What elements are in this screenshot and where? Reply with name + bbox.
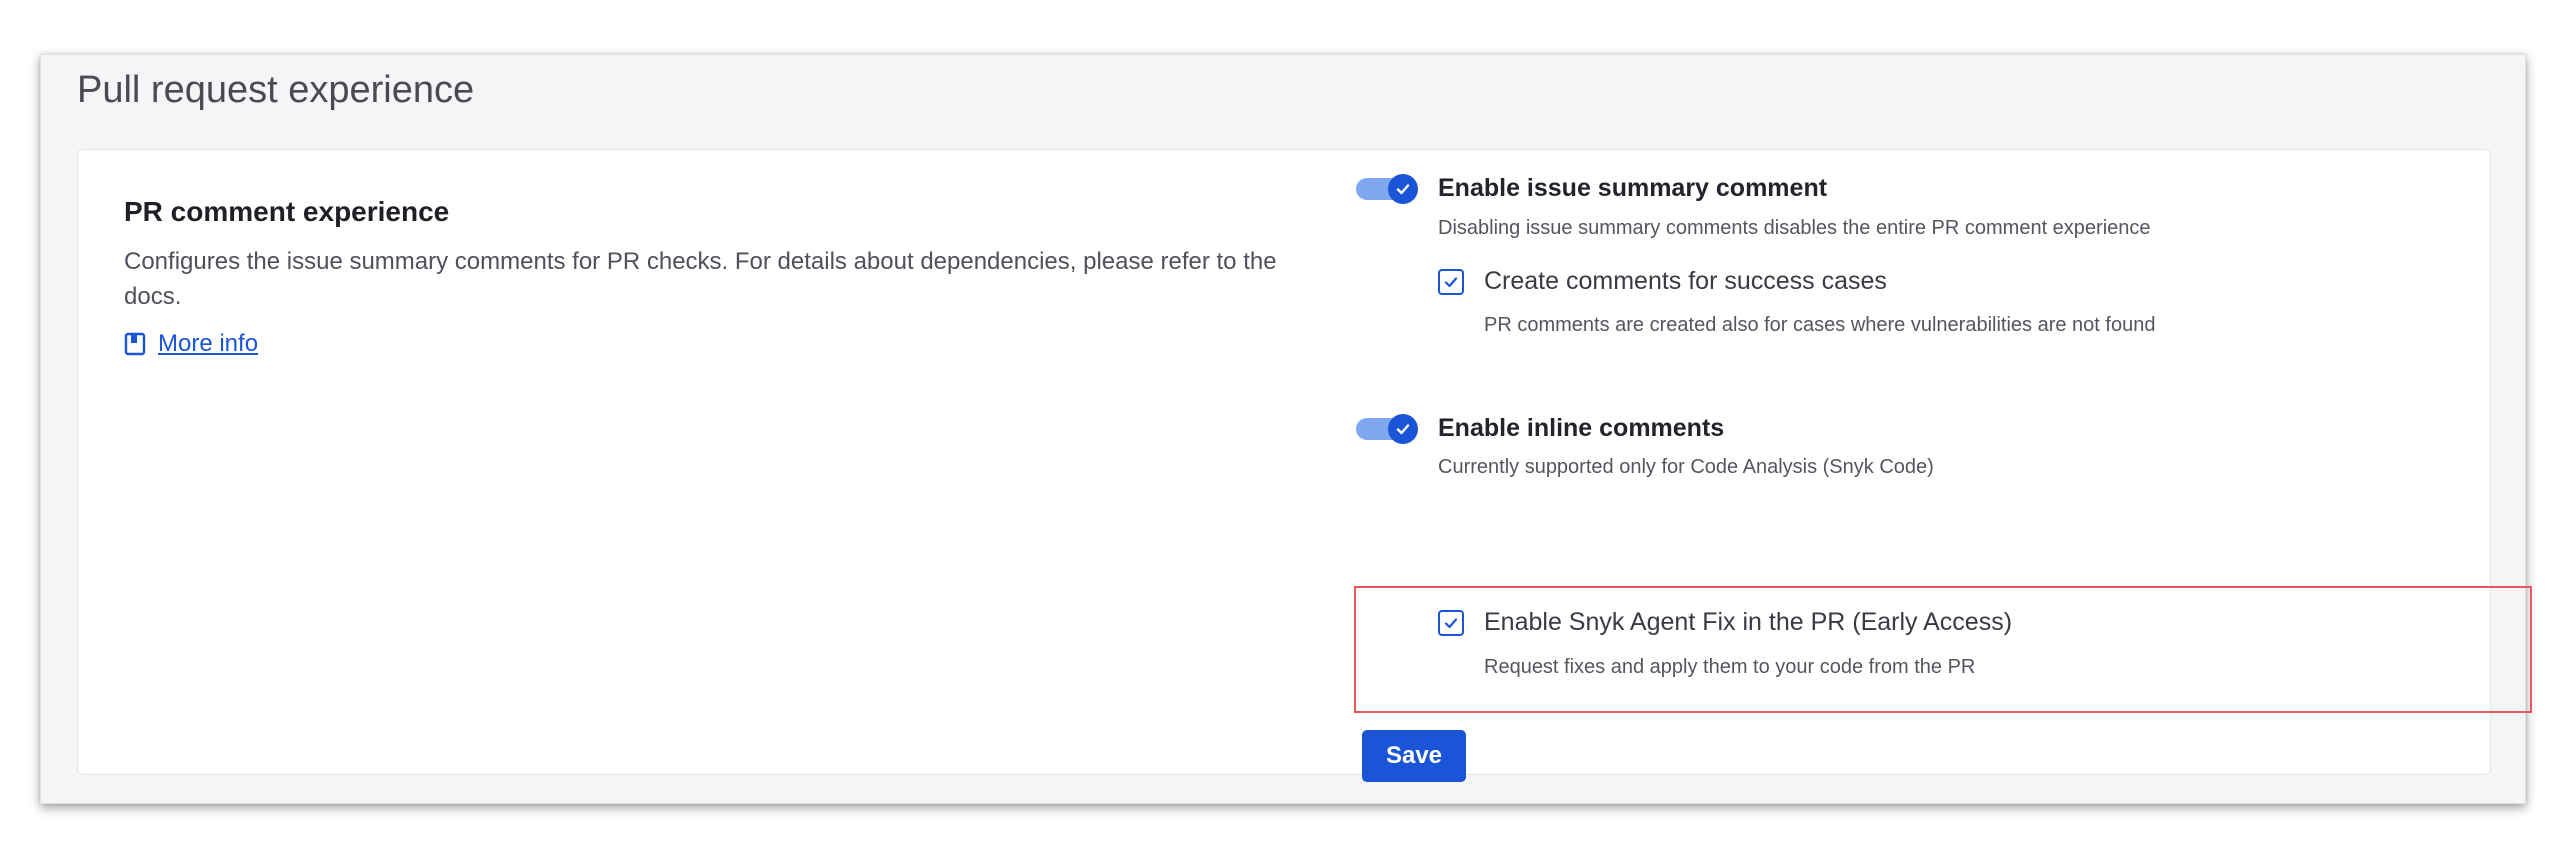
pull-request-experience-panel: Pull request experience PR comment exper… bbox=[40, 54, 2532, 804]
inline-comments-toggle[interactable] bbox=[1356, 414, 1418, 444]
inline-comments-description: Currently supported only for Code Analys… bbox=[1438, 456, 1934, 478]
success-cases-description: PR comments are created also for cases w… bbox=[1484, 314, 2156, 336]
pr-comment-info: PR comment experience Configures the iss… bbox=[124, 196, 1324, 358]
check-icon bbox=[1444, 277, 1458, 288]
pr-comment-options: Enable issue summary comment Disabling i… bbox=[1352, 150, 2532, 782]
inline-comments-label: Enable inline comments bbox=[1438, 414, 1725, 442]
agent-fix-highlight bbox=[1354, 586, 2532, 713]
panel-title: Pull request experience bbox=[77, 69, 475, 111]
more-info-label: More info bbox=[158, 330, 259, 357]
issue-summary-toggle[interactable] bbox=[1356, 174, 1418, 204]
success-cases-checkbox[interactable] bbox=[1438, 269, 1464, 295]
agent-fix-checkbox[interactable] bbox=[1438, 610, 1464, 636]
more-info-link[interactable]: More info bbox=[124, 330, 1324, 358]
check-icon bbox=[1396, 184, 1410, 195]
save-button[interactable]: Save bbox=[1362, 730, 1466, 782]
agent-fix-label: Enable Snyk Agent Fix in the PR (Early A… bbox=[1484, 608, 2013, 636]
check-icon bbox=[1396, 424, 1410, 435]
check-icon bbox=[1444, 618, 1458, 629]
pr-comment-title: PR comment experience bbox=[124, 196, 450, 227]
success-cases-label: Create comments for success cases bbox=[1484, 267, 1887, 295]
pr-comment-description: Configures the issue summary comments fo… bbox=[124, 248, 1277, 310]
issue-summary-description: Disabling issue summary comments disable… bbox=[1438, 217, 2151, 239]
agent-fix-description: Request fixes and apply them to your cod… bbox=[1484, 656, 1976, 678]
pr-comment-card: PR comment experience Configures the iss… bbox=[77, 149, 2532, 782]
book-icon bbox=[124, 332, 146, 356]
issue-summary-label: Enable issue summary comment bbox=[1438, 174, 1828, 202]
